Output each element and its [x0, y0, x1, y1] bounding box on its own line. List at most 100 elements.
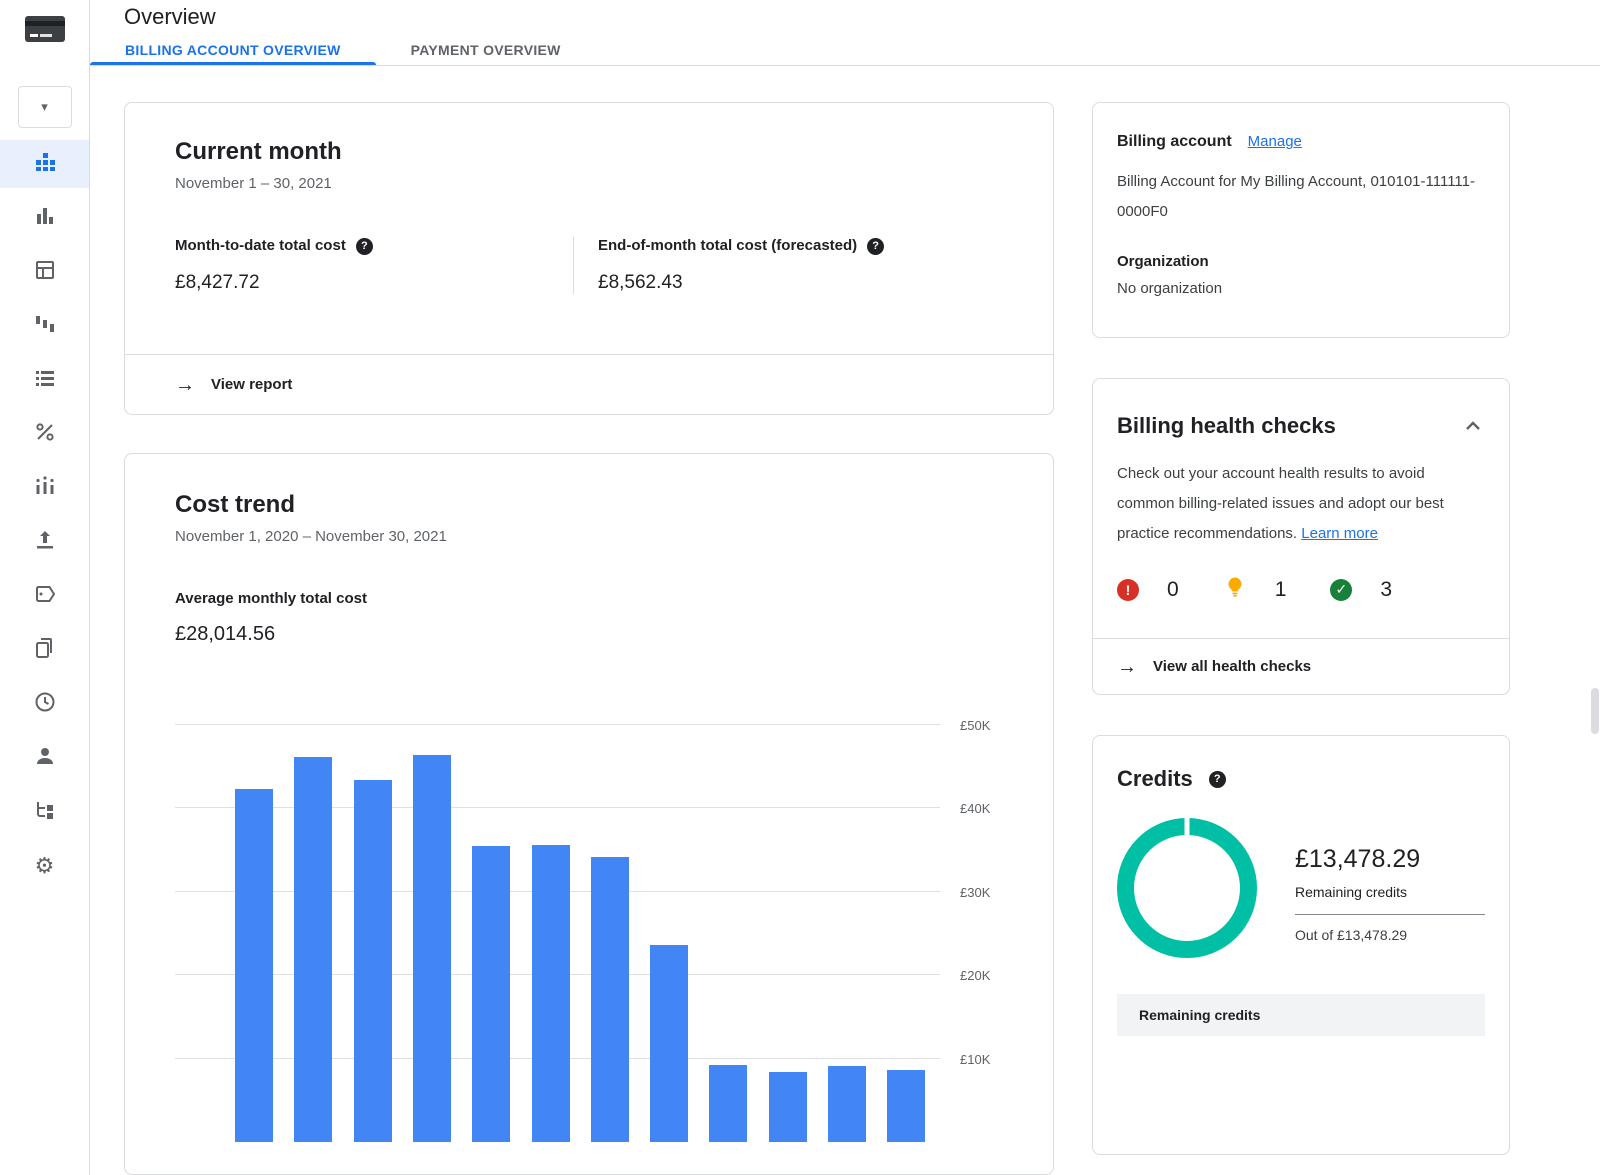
sidebar-item-history[interactable] — [0, 680, 89, 728]
credit-card-icon — [24, 13, 66, 50]
sidebar-item-cost-table[interactable] — [0, 248, 89, 296]
check-circle-icon: ✓ — [1330, 579, 1352, 601]
cost-trend-title: Cost trend — [175, 490, 1053, 520]
mtd-cost-value: £8,427.72 — [175, 271, 573, 294]
credits-donut-chart — [1117, 818, 1257, 958]
billing-account-card: Billing account Manage Billing Account f… — [1092, 102, 1510, 338]
cost-bar[interactable] — [294, 757, 332, 1142]
header: Overview — [90, 0, 1600, 34]
manage-link[interactable]: Manage — [1248, 133, 1302, 150]
person-icon — [33, 744, 57, 773]
month-to-date-cost: Month-to-date total cost ? £8,427.72 — [175, 237, 573, 294]
cost-bar[interactable] — [591, 857, 629, 1142]
tab-payment-overview[interactable]: PAYMENT OVERVIEW — [376, 34, 596, 65]
percent-icon — [33, 420, 57, 449]
cost-bar[interactable] — [887, 1070, 925, 1142]
eom-cost-label: End-of-month total cost (forecasted) — [598, 237, 857, 255]
gridline — [175, 807, 940, 808]
sidebar-item-tags[interactable] — [0, 572, 89, 620]
gridline — [175, 724, 940, 725]
tab-label: PAYMENT OVERVIEW — [411, 42, 561, 58]
cost-bar[interactable] — [769, 1072, 807, 1142]
tab-label: BILLING ACCOUNT OVERVIEW — [125, 42, 341, 58]
chevron-up-icon[interactable] — [1461, 414, 1485, 438]
health-checks-title: Billing health checks — [1117, 413, 1336, 439]
chevron-down-icon: ▾ — [41, 99, 48, 115]
credits-table-header: Remaining credits — [1117, 994, 1485, 1036]
avg-monthly-cost-label: Average monthly total cost — [175, 590, 1053, 608]
cost-bar[interactable] — [235, 789, 273, 1142]
avg-monthly-cost-value: £28,014.56 — [175, 622, 1053, 646]
arrow-forward-icon: → — [175, 375, 195, 395]
cost-bar[interactable] — [709, 1065, 747, 1142]
sidebar-item-settings[interactable]: ⚙ — [0, 842, 89, 890]
chart-with-dots-icon — [33, 474, 57, 503]
billing-account-label: Billing account — [1117, 133, 1232, 151]
mtd-cost-label: Month-to-date total cost — [175, 237, 346, 255]
tree-icon — [33, 798, 57, 827]
help-icon[interactable]: ? — [1209, 771, 1226, 788]
billing-logo[interactable] — [0, 0, 89, 62]
cost-trend-card: Cost trend November 1, 2020 – November 3… — [124, 453, 1054, 1175]
cost-bar[interactable] — [532, 845, 570, 1142]
error-icon: ! — [1117, 579, 1139, 601]
account-selector-dropdown[interactable]: ▾ — [18, 86, 72, 128]
list-icon — [33, 366, 57, 395]
y-axis-tick-label: £10K — [960, 1052, 990, 1067]
cost-bar[interactable] — [472, 846, 510, 1142]
gear-icon: ⚙ — [35, 855, 55, 877]
sidebar-item-hierarchy[interactable] — [0, 788, 89, 836]
view-report-label: View report — [211, 376, 292, 393]
errors-stat: ! 0 — [1117, 578, 1179, 602]
view-report-button[interactable]: → View report — [125, 354, 1053, 414]
health-checks-description: Check out your account health results to… — [1117, 459, 1485, 549]
current-month-card: Current month November 1 – 30, 2021 Mont… — [124, 102, 1054, 415]
content: Current month November 1 – 30, 2021 Mont… — [90, 66, 1600, 1175]
cost-trend-chart: £10K£20K£30K£40K£50K — [175, 672, 1054, 1142]
suggestions-stat: 1 — [1223, 575, 1287, 604]
eom-cost-value: £8,562.43 — [598, 271, 884, 294]
sidebar-item-budgets[interactable] — [0, 464, 89, 512]
sidebar-item-commitments[interactable] — [0, 356, 89, 404]
remaining-credits-label: Remaining credits — [1295, 884, 1485, 915]
sidebar-item-cost-breakdown[interactable] — [0, 302, 89, 350]
cost-bar[interactable] — [413, 755, 451, 1142]
arrow-forward-icon: → — [1117, 657, 1137, 677]
billing-account-name: Billing Account for My Billing Account, … — [1117, 167, 1485, 227]
documents-icon — [33, 636, 57, 665]
sidebar-item-export[interactable] — [0, 518, 89, 566]
passed-count: 3 — [1380, 578, 1392, 602]
sidebar-item-reports[interactable] — [0, 194, 89, 242]
view-all-health-checks-label: View all health checks — [1153, 658, 1311, 675]
end-of-month-cost: End-of-month total cost (forecasted) ? £… — [573, 237, 884, 294]
lightbulb-icon — [1223, 575, 1247, 604]
health-checks-stats: ! 0 1 ✓ 3 — [1117, 575, 1485, 604]
cost-bar[interactable] — [650, 945, 688, 1142]
cost-trend-plot — [175, 672, 940, 1142]
table-icon — [33, 258, 57, 287]
cost-trend-date-range: November 1, 2020 – November 30, 2021 — [175, 528, 1053, 546]
y-axis-tick-label: £50K — [960, 718, 990, 733]
scrollbar-thumb[interactable] — [1591, 688, 1599, 734]
sidebar: ▾ — [0, 0, 90, 1175]
sidebar-item-overview[interactable] — [0, 140, 89, 188]
credits-title: Credits — [1117, 766, 1193, 792]
clock-icon — [33, 690, 57, 719]
help-icon[interactable]: ? — [356, 238, 373, 255]
tag-icon — [33, 582, 57, 611]
sidebar-item-documents[interactable] — [0, 626, 89, 674]
y-axis-tick-label: £20K — [960, 968, 990, 983]
sidebar-item-discounts[interactable] — [0, 410, 89, 458]
credits-out-of: Out of £13,478.29 — [1295, 927, 1485, 943]
waterfall-chart-icon — [33, 312, 57, 341]
cost-bar[interactable] — [354, 780, 392, 1142]
help-icon[interactable]: ? — [867, 238, 884, 255]
passed-stat: ✓ 3 — [1330, 578, 1392, 602]
sidebar-item-account-management[interactable] — [0, 734, 89, 782]
error-count: 0 — [1167, 578, 1179, 602]
credits-card: Credits ? £13,478.29 Remaining credits O… — [1092, 735, 1510, 1155]
learn-more-link[interactable]: Learn more — [1301, 525, 1378, 542]
tab-billing-account-overview[interactable]: BILLING ACCOUNT OVERVIEW — [90, 34, 376, 65]
view-all-health-checks-button[interactable]: → View all health checks — [1093, 638, 1509, 694]
cost-bar[interactable] — [828, 1066, 866, 1142]
